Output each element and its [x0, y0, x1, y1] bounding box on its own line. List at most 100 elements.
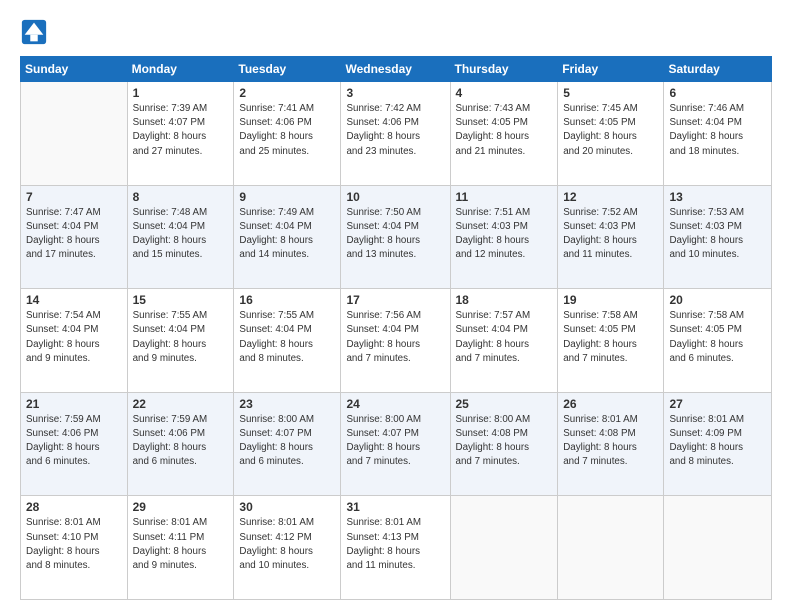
day-cell: 17Sunrise: 7:56 AMSunset: 4:04 PMDayligh… — [341, 289, 450, 393]
day-info: Sunrise: 8:00 AMSunset: 4:08 PMDaylight:… — [456, 413, 553, 470]
day-cell: 2 Sunrise: 7:41 AMSunset: 4:06 PMDaylight… — [234, 82, 341, 186]
day-cell: 7 Sunrise: 7:47 AMSunset: 4:04 PMDaylight… — [21, 185, 128, 289]
header-row: SundayMondayTuesdayWednesdayThursdayFrid… — [21, 57, 772, 82]
day-number: 29 — [133, 500, 229, 514]
day-info: Sunrise: 8:00 AMSunset: 4:07 PMDaylight:… — [346, 413, 444, 470]
day-cell — [664, 496, 772, 600]
day-info: Sunrise: 7:59 AMSunset: 4:06 PMDaylight:… — [26, 413, 122, 470]
day-info: Sunrise: 7:51 AMSunset: 4:03 PMDaylight:… — [456, 206, 553, 263]
day-info: Sunrise: 7:50 AMSunset: 4:04 PMDaylight:… — [346, 206, 444, 263]
day-cell: 9Sunrise: 7:49 AMSunset: 4:04 PMDaylight… — [234, 185, 341, 289]
day-cell: 8 Sunrise: 7:48 AMSunset: 4:04 PMDaylight… — [127, 185, 234, 289]
day-cell: 16 Sunrise: 7:55 AMSunset: 4:04 PMDayligh… — [234, 289, 341, 393]
day-number: 25 — [456, 397, 553, 411]
day-info: Sunrise: 7:39 AMSunset: 4:07 PMDaylight:… — [133, 102, 229, 159]
day-number: 9 — [239, 190, 335, 204]
day-number: 10 — [346, 190, 444, 204]
day-number: 13 — [669, 190, 766, 204]
day-cell: 24 Sunrise: 8:00 AMSunset: 4:07 PMDayligh… — [341, 392, 450, 496]
day-number: 8 — [133, 190, 229, 204]
day-cell: 5Sunrise: 7:45 AMSunset: 4:05 PMDaylight… — [558, 82, 664, 186]
day-number: 11 — [456, 190, 553, 204]
day-cell: 15Sunrise: 7:55 AMSunset: 4:04 PMDayligh… — [127, 289, 234, 393]
day-header-sunday: Sunday — [21, 57, 128, 82]
week-row-5: 28 Sunrise: 8:01 AMSunset: 4:10 PMDayligh… — [21, 496, 772, 600]
day-info: Sunrise: 8:01 AMSunset: 4:12 PMDaylight:… — [239, 516, 335, 573]
day-cell: 19 Sunrise: 7:58 AMSunset: 4:05 PMDayligh… — [558, 289, 664, 393]
day-number: 6 — [669, 86, 766, 100]
logo — [20, 18, 50, 46]
day-cell: 27 Sunrise: 8:01 AMSunset: 4:09 PMDayligh… — [664, 392, 772, 496]
day-info: Sunrise: 7:42 AMSunset: 4:06 PMDaylight:… — [346, 102, 444, 159]
day-number: 30 — [239, 500, 335, 514]
day-cell: 13Sunrise: 7:53 AMSunset: 4:03 PMDayligh… — [664, 185, 772, 289]
day-number: 27 — [669, 397, 766, 411]
week-row-4: 21 Sunrise: 7:59 AMSunset: 4:06 PMDayligh… — [21, 392, 772, 496]
day-info: Sunrise: 8:00 AMSunset: 4:07 PMDaylight:… — [239, 413, 335, 470]
day-cell: 11 Sunrise: 7:51 AMSunset: 4:03 PMDayligh… — [450, 185, 558, 289]
day-info: Sunrise: 7:57 AMSunset: 4:04 PMDaylight:… — [456, 309, 553, 366]
day-cell: 26Sunrise: 8:01 AMSunset: 4:08 PMDayligh… — [558, 392, 664, 496]
day-number: 2 — [239, 86, 335, 100]
day-cell: 12 Sunrise: 7:52 AMSunset: 4:03 PMDayligh… — [558, 185, 664, 289]
day-number: 28 — [26, 500, 122, 514]
day-cell — [450, 496, 558, 600]
day-info: Sunrise: 7:41 AMSunset: 4:06 PMDaylight:… — [239, 102, 335, 159]
day-cell: 28 Sunrise: 8:01 AMSunset: 4:10 PMDayligh… — [21, 496, 128, 600]
day-number: 14 — [26, 293, 122, 307]
day-cell — [558, 496, 664, 600]
day-info: Sunrise: 7:54 AMSunset: 4:04 PMDaylight:… — [26, 309, 122, 366]
day-info: Sunrise: 7:52 AMSunset: 4:03 PMDaylight:… — [563, 206, 658, 263]
day-cell: 10 Sunrise: 7:50 AMSunset: 4:04 PMDayligh… — [341, 185, 450, 289]
day-cell: 29 Sunrise: 8:01 AMSunset: 4:11 PMDayligh… — [127, 496, 234, 600]
day-header-monday: Monday — [127, 57, 234, 82]
day-number: 12 — [563, 190, 658, 204]
day-info: Sunrise: 7:48 AMSunset: 4:04 PMDaylight:… — [133, 206, 229, 263]
day-number: 31 — [346, 500, 444, 514]
day-info: Sunrise: 8:01 AMSunset: 4:09 PMDaylight:… — [669, 413, 766, 470]
day-header-wednesday: Wednesday — [341, 57, 450, 82]
day-info: Sunrise: 7:45 AMSunset: 4:05 PMDaylight:… — [563, 102, 658, 159]
day-cell: 3 Sunrise: 7:42 AMSunset: 4:06 PMDaylight… — [341, 82, 450, 186]
day-info: Sunrise: 7:58 AMSunset: 4:05 PMDaylight:… — [669, 309, 766, 366]
day-number: 22 — [133, 397, 229, 411]
day-info: Sunrise: 7:47 AMSunset: 4:04 PMDaylight:… — [26, 206, 122, 263]
calendar-table: SundayMondayTuesdayWednesdayThursdayFrid… — [20, 56, 772, 600]
day-info: Sunrise: 7:56 AMSunset: 4:04 PMDaylight:… — [346, 309, 444, 366]
day-cell: 21 Sunrise: 7:59 AMSunset: 4:06 PMDayligh… — [21, 392, 128, 496]
day-header-tuesday: Tuesday — [234, 57, 341, 82]
page: SundayMondayTuesdayWednesdayThursdayFrid… — [0, 0, 792, 612]
day-number: 3 — [346, 86, 444, 100]
logo-icon — [20, 18, 48, 46]
day-number: 1 — [133, 86, 229, 100]
day-header-friday: Friday — [558, 57, 664, 82]
day-cell: 1 Sunrise: 7:39 AMSunset: 4:07 PMDaylight… — [127, 82, 234, 186]
day-info: Sunrise: 8:01 AMSunset: 4:10 PMDaylight:… — [26, 516, 122, 573]
day-cell: 25 Sunrise: 8:00 AMSunset: 4:08 PMDayligh… — [450, 392, 558, 496]
day-cell — [21, 82, 128, 186]
day-number: 16 — [239, 293, 335, 307]
day-header-thursday: Thursday — [450, 57, 558, 82]
day-number: 4 — [456, 86, 553, 100]
day-info: Sunrise: 8:01 AMSunset: 4:08 PMDaylight:… — [563, 413, 658, 470]
day-number: 24 — [346, 397, 444, 411]
day-cell: 30 Sunrise: 8:01 AMSunset: 4:12 PMDayligh… — [234, 496, 341, 600]
day-number: 19 — [563, 293, 658, 307]
week-row-3: 14 Sunrise: 7:54 AMSunset: 4:04 PMDayligh… — [21, 289, 772, 393]
day-info: Sunrise: 7:55 AMSunset: 4:04 PMDaylight:… — [239, 309, 335, 366]
day-number: 23 — [239, 397, 335, 411]
day-number: 21 — [26, 397, 122, 411]
day-header-saturday: Saturday — [664, 57, 772, 82]
day-cell: 20 Sunrise: 7:58 AMSunset: 4:05 PMDayligh… — [664, 289, 772, 393]
day-cell: 6Sunrise: 7:46 AMSunset: 4:04 PMDaylight… — [664, 82, 772, 186]
day-info: Sunrise: 7:55 AMSunset: 4:04 PMDaylight:… — [133, 309, 229, 366]
day-cell: 22Sunrise: 7:59 AMSunset: 4:06 PMDayligh… — [127, 392, 234, 496]
week-row-2: 7 Sunrise: 7:47 AMSunset: 4:04 PMDaylight… — [21, 185, 772, 289]
day-cell: 4Sunrise: 7:43 AMSunset: 4:05 PMDaylight… — [450, 82, 558, 186]
day-number: 18 — [456, 293, 553, 307]
day-info: Sunrise: 8:01 AMSunset: 4:11 PMDaylight:… — [133, 516, 229, 573]
week-row-1: 1 Sunrise: 7:39 AMSunset: 4:07 PMDaylight… — [21, 82, 772, 186]
day-info: Sunrise: 7:58 AMSunset: 4:05 PMDaylight:… — [563, 309, 658, 366]
day-number: 7 — [26, 190, 122, 204]
day-number: 20 — [669, 293, 766, 307]
